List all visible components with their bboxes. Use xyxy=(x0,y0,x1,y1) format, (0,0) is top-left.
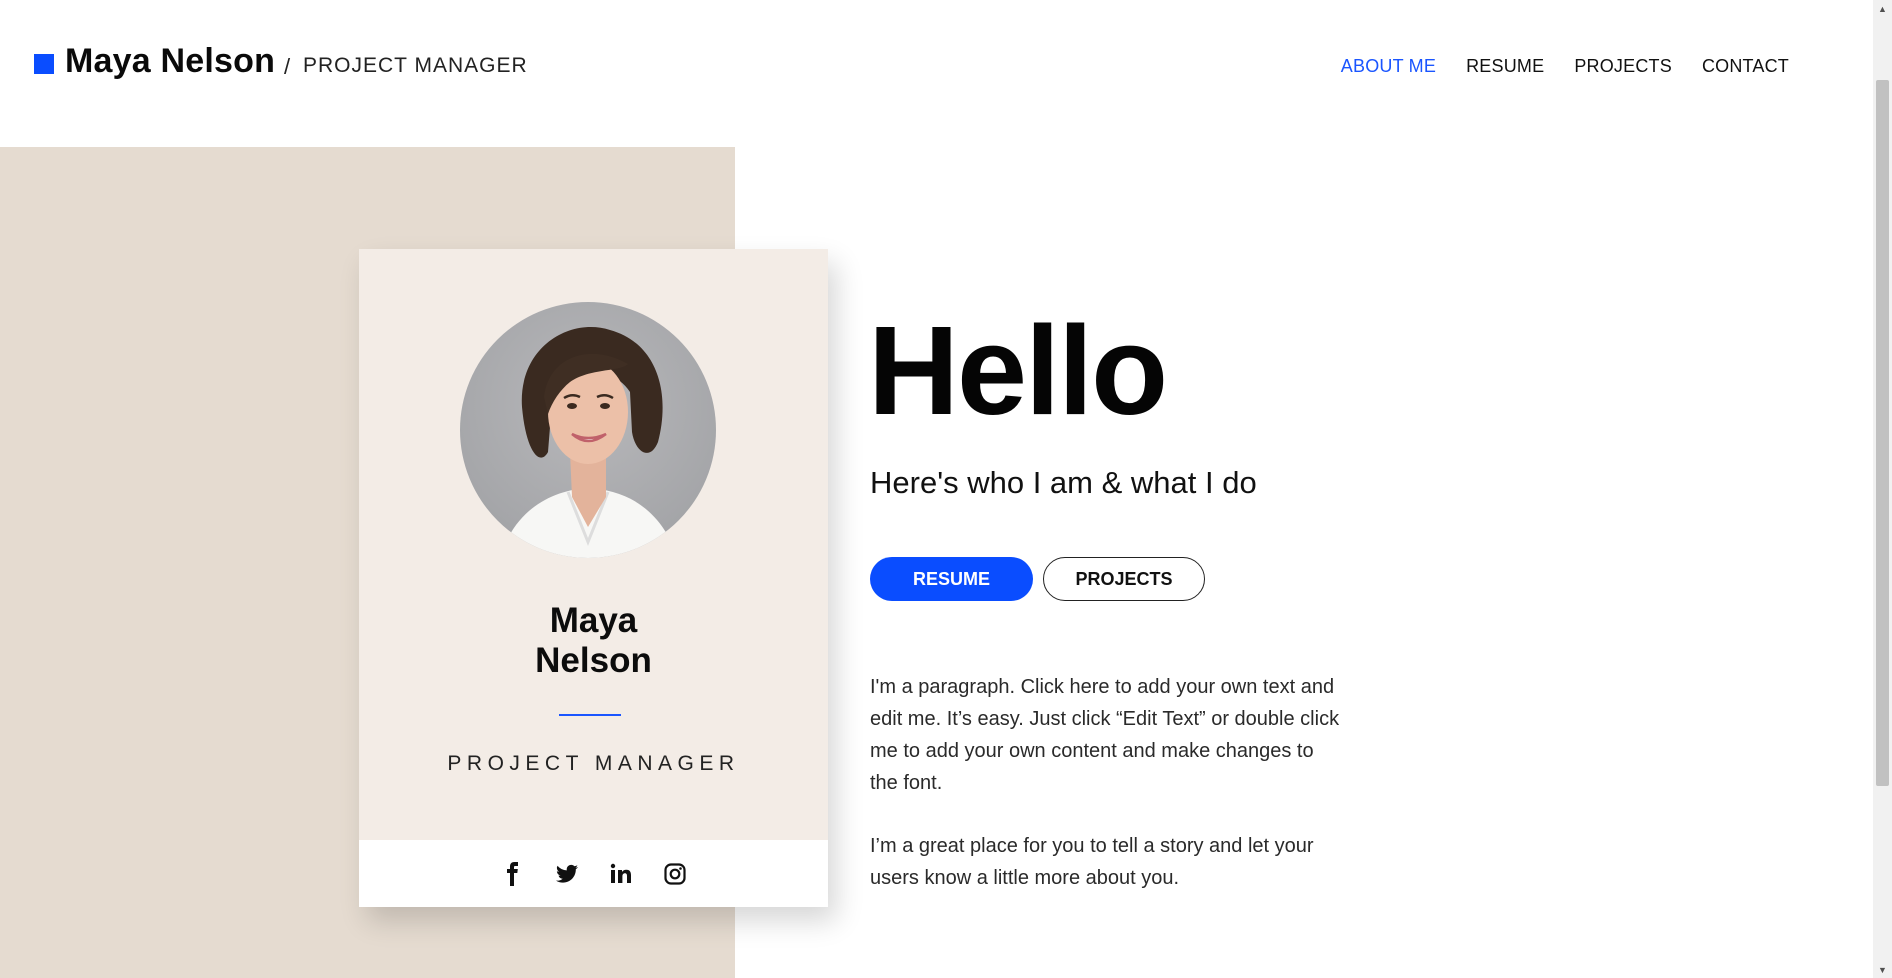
projects-button[interactable]: PROJECTS xyxy=(1043,557,1205,601)
scroll-down-arrow-icon[interactable]: ▼ xyxy=(1873,961,1892,978)
instagram-icon[interactable] xyxy=(661,860,688,887)
linkedin-icon[interactable] xyxy=(607,860,634,887)
story-paragraph: I’m a great place for you to tell a stor… xyxy=(870,835,1314,889)
vertical-scrollbar[interactable]: ▲ ▼ xyxy=(1873,0,1892,978)
facebook-icon[interactable] xyxy=(499,860,526,887)
card-role: PROJECT MANAGER xyxy=(447,752,740,775)
nav-about-me[interactable]: ABOUT ME xyxy=(1341,56,1436,77)
nav-projects[interactable]: PROJECTS xyxy=(1574,56,1672,77)
scroll-up-arrow-icon[interactable]: ▲ xyxy=(1873,0,1892,17)
nav-resume[interactable]: RESUME xyxy=(1466,56,1544,77)
brand-name[interactable]: Maya Nelson xyxy=(65,42,275,81)
main-nav: ABOUT ME RESUME PROJECTS CONTACT xyxy=(1341,56,1789,77)
card-last-name: Nelson xyxy=(535,641,652,680)
brand-square-icon xyxy=(34,54,54,74)
nav-contact[interactable]: CONTACT xyxy=(1702,56,1789,77)
social-bar xyxy=(359,840,828,907)
subtitle: Here's who I am & what I do xyxy=(870,465,1257,500)
card-divider xyxy=(559,714,621,716)
brand-role: PROJECT MANAGER xyxy=(303,54,528,77)
profile-card: Maya Nelson PROJECT MANAGER xyxy=(359,249,828,907)
brand-separator: / xyxy=(284,54,291,79)
avatar xyxy=(460,302,716,558)
twitter-icon[interactable] xyxy=(553,860,580,887)
scroll-thumb[interactable] xyxy=(1876,80,1889,786)
site-header: Maya Nelson / PROJECT MANAGER ABOUT ME R… xyxy=(0,0,1873,134)
card-first-name: Maya xyxy=(549,601,638,640)
resume-button[interactable]: RESUME xyxy=(870,557,1033,601)
hello-heading: Hello xyxy=(868,300,1168,441)
portrait-image xyxy=(500,327,678,558)
intro-paragraph: I'm a paragraph. Click here to add your … xyxy=(870,676,1340,794)
card-name: Maya Nelson xyxy=(359,601,828,681)
